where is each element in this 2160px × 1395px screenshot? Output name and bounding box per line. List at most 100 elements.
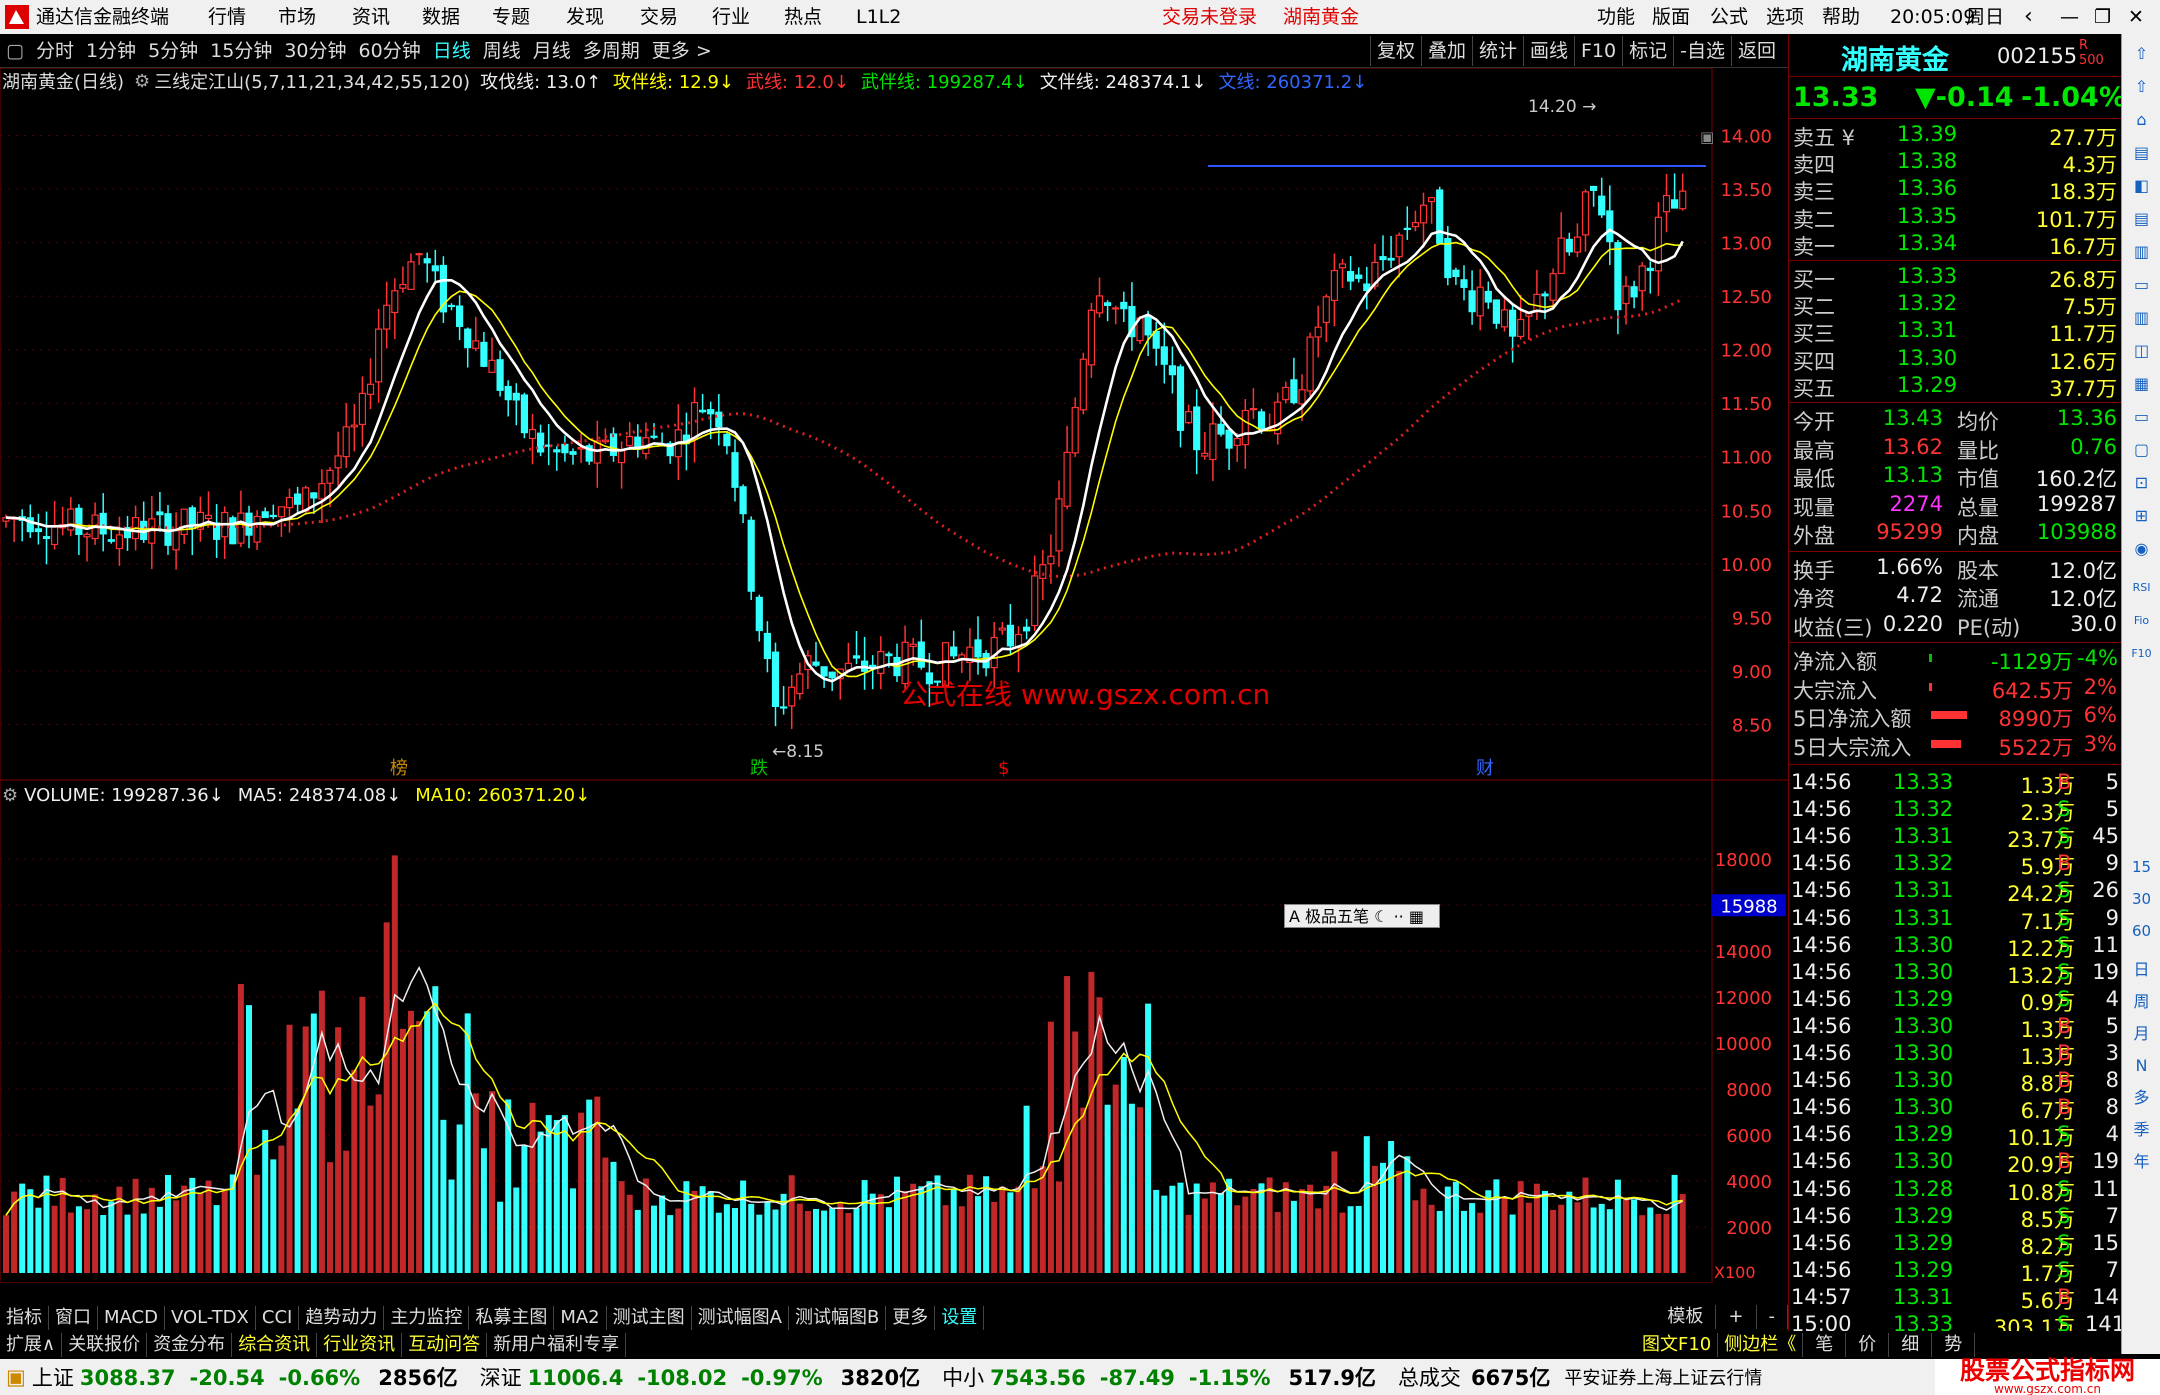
toolbar-menu-icon[interactable]: ▢: [0, 36, 30, 66]
chart-close-icon[interactable]: ▣: [1700, 128, 1714, 146]
period-icon-N[interactable]: N: [2128, 1052, 2155, 1079]
event-mark[interactable]: $: [998, 758, 1009, 779]
period-icon-多[interactable]: 多: [2128, 1084, 2155, 1111]
side-tab-4[interactable]: 细: [1889, 1333, 1933, 1357]
toolbar-btn-2[interactable]: 统计: [1471, 36, 1523, 66]
toolbar-btn-4[interactable]: F10: [1574, 36, 1622, 66]
period-icon-日[interactable]: 日: [2128, 956, 2155, 983]
period-icon-季[interactable]: 季: [2128, 1116, 2155, 1143]
menu-1[interactable]: 市场: [278, 0, 316, 34]
index-sz[interactable]: 深证 11006.4 -108.02 -0.97% 3820亿: [480, 1362, 920, 1392]
side-icon[interactable]: ⇧: [2128, 40, 2155, 67]
side-icon[interactable]: ▥: [2128, 238, 2155, 265]
minimize-icon[interactable]: —: [2060, 0, 2079, 34]
menu-5[interactable]: 发现: [566, 0, 604, 34]
period-tab-8[interactable]: 月线: [527, 36, 577, 66]
side-icon[interactable]: ▤: [2128, 205, 2155, 232]
indicator-tab-3[interactable]: VOL-TDX: [165, 1306, 256, 1330]
period-tab-0[interactable]: 分时: [30, 36, 80, 66]
side-icon-F10[interactable]: F10: [2128, 640, 2155, 667]
volume-settings-icon[interactable]: ⚙: [2, 785, 18, 806]
side-icon[interactable]: ▢: [2128, 436, 2155, 463]
ext-tab-6[interactable]: 新用户福利专享: [487, 1333, 627, 1357]
side-icon[interactable]: ⇧: [2128, 73, 2155, 100]
formula-name[interactable]: 三线定江山(5,7,11,21,34,42,55,120): [154, 68, 470, 94]
indicator-tab-13[interactable]: 设置: [935, 1306, 985, 1330]
side-icon-RSI[interactable]: RSI: [2128, 574, 2155, 601]
menu-right-2[interactable]: 公式: [1710, 0, 1748, 34]
side-icon[interactable]: ◫: [2128, 337, 2155, 364]
period-tab-3[interactable]: 15分钟: [204, 36, 278, 66]
event-mark[interactable]: 榜: [390, 758, 408, 779]
toolbar-btn-3[interactable]: 画线: [1522, 36, 1574, 66]
side-tab-1[interactable]: 侧边栏《: [1718, 1333, 1804, 1357]
side-tab-3[interactable]: 价: [1846, 1333, 1890, 1357]
indicator-tab-4[interactable]: CCI: [256, 1306, 300, 1330]
period-icon-年[interactable]: 年: [2128, 1148, 2155, 1175]
period-tab-10[interactable]: 更多 >: [646, 36, 718, 66]
restore-icon[interactable]: ❐: [2094, 0, 2111, 34]
indicator-tab-0[interactable]: 指标: [0, 1306, 49, 1330]
menu-right-3[interactable]: 选项: [1766, 0, 1804, 34]
side-icon[interactable]: ◧: [2128, 172, 2155, 199]
side-icon[interactable]: ⊡: [2128, 469, 2155, 496]
ext-tab-4[interactable]: 行业资讯: [317, 1333, 403, 1357]
indicator-tab-6[interactable]: 主力监控: [384, 1306, 470, 1330]
side-icon[interactable]: ⊞: [2128, 502, 2155, 529]
menu-2[interactable]: 资讯: [352, 0, 390, 34]
menu-3[interactable]: 数据: [422, 0, 460, 34]
menu-right-0[interactable]: 功能: [1597, 0, 1635, 34]
status-menu-icon[interactable]: ▣: [6, 1365, 26, 1389]
toolbar-btn-1[interactable]: 叠加: [1420, 36, 1472, 66]
kline-chart[interactable]: 14.00 13.50 13.00 12.50 12.00 11.50 11.00 10.50…: [0, 67, 1788, 1309]
broker-name[interactable]: 平安证券上海上证云行情: [1564, 1364, 1762, 1390]
ext-tab-0[interactable]: 扩展∧: [0, 1333, 63, 1357]
period-tab-7[interactable]: 周线: [477, 36, 527, 66]
indicator-tab-11[interactable]: 测试幅图B: [789, 1306, 887, 1330]
side-icon[interactable]: ▤: [2128, 139, 2155, 166]
ext-tab-1[interactable]: 关联报价: [62, 1333, 148, 1357]
period-tab-4[interactable]: 30分钟: [278, 36, 352, 66]
menu-right-4[interactable]: 帮助: [1822, 0, 1860, 34]
event-mark[interactable]: 财: [1476, 758, 1494, 779]
period-icon-月[interactable]: 月: [2128, 1020, 2155, 1047]
period-tab-9[interactable]: 多周期: [577, 36, 646, 66]
side-tab-2[interactable]: 笔: [1803, 1333, 1847, 1357]
indicator-tab-12[interactable]: 更多: [886, 1306, 936, 1330]
toolbar-btn-7[interactable]: 返回: [1730, 36, 1782, 66]
side-icon[interactable]: ▥: [2128, 304, 2155, 331]
template-btn-1[interactable]: +: [1716, 1305, 1757, 1329]
period-icon-15[interactable]: 15: [2128, 854, 2155, 881]
menu-7[interactable]: 行业: [712, 0, 750, 34]
chart-area[interactable]: 14.00 13.50 13.00 12.50 12.00 11.50 11.00 10.50…: [0, 67, 1788, 1309]
side-tab-5[interactable]: 势: [1932, 1333, 1976, 1357]
toolbar-btn-5[interactable]: 标记: [1622, 36, 1673, 66]
period-icon-周[interactable]: 周: [2128, 988, 2155, 1015]
close-icon[interactable]: ✕: [2128, 0, 2144, 34]
indicator-tab-1[interactable]: 窗口: [49, 1306, 98, 1330]
side-tab-0[interactable]: 图文F10: [1636, 1333, 1719, 1357]
event-mark[interactable]: 跌: [750, 758, 768, 779]
header-stock-name[interactable]: 湖南黄金: [1283, 0, 1359, 34]
side-icon[interactable]: ▦: [2128, 370, 2155, 397]
side-icon[interactable]: ▭: [2128, 271, 2155, 298]
login-status[interactable]: 交易未登录: [1162, 0, 1257, 34]
menu-6[interactable]: 交易: [640, 0, 678, 34]
template-btn-0[interactable]: 模板: [1655, 1305, 1717, 1329]
side-icon[interactable]: ▭: [2128, 403, 2155, 430]
indicator-tab-5[interactable]: 趋势动力: [299, 1306, 385, 1330]
indicator-tab-2[interactable]: MACD: [98, 1306, 165, 1330]
index-sh[interactable]: 上证 3088.37 -20.54 -0.66% 2856亿: [32, 1362, 458, 1392]
back-icon[interactable]: ‹: [2024, 0, 2033, 34]
indicator-tab-9[interactable]: 测试主图: [607, 1306, 692, 1330]
indicator-tab-10[interactable]: 测试幅图A: [692, 1306, 789, 1330]
menu-0[interactable]: 行情: [208, 0, 246, 34]
menu-9[interactable]: L1L2: [856, 0, 901, 34]
index-zx[interactable]: 中小 7543.56 -87.49 -1.15% 517.9亿: [942, 1362, 1376, 1392]
settings-icon[interactable]: ⚙: [134, 71, 150, 92]
toolbar-btn-0[interactable]: 复权: [1369, 36, 1421, 66]
menu-8[interactable]: 热点: [784, 0, 822, 34]
period-icon-60[interactable]: 60: [2128, 918, 2155, 945]
side-icon[interactable]: ◉: [2128, 535, 2155, 562]
period-tab-5[interactable]: 60分钟: [353, 36, 427, 66]
